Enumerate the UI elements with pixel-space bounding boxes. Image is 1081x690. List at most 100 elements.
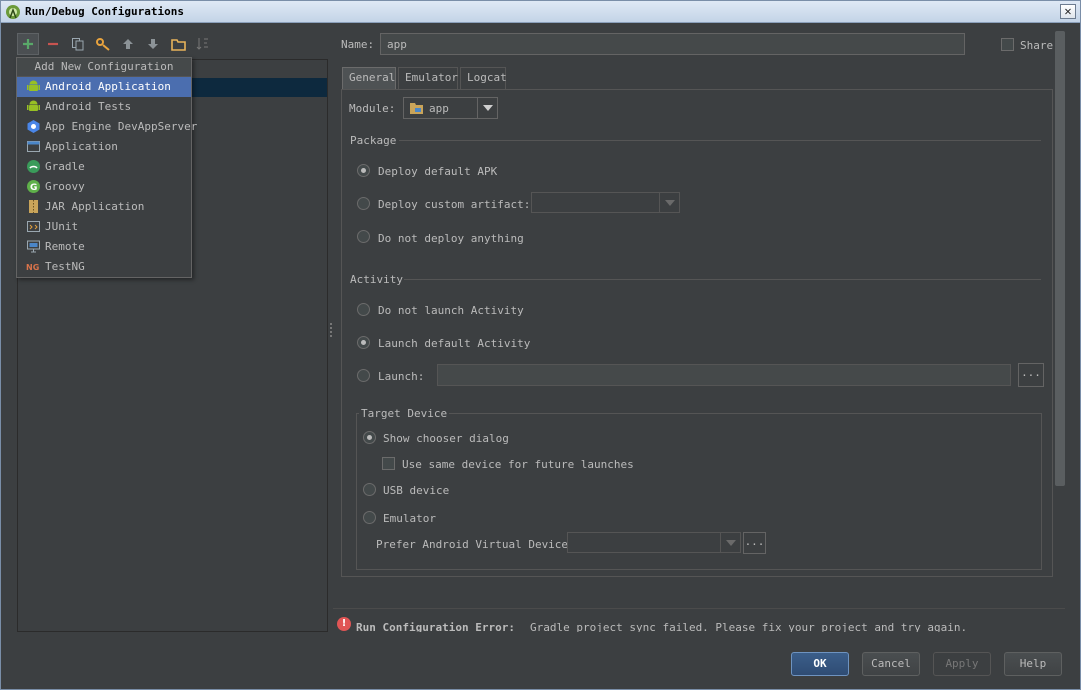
launch-default-activity-radio[interactable] bbox=[357, 336, 370, 349]
android-studio-icon bbox=[6, 5, 20, 19]
same-device-checkbox[interactable] bbox=[382, 457, 395, 470]
do-not-launch-activity-label: Do not launch Activity bbox=[378, 304, 524, 317]
module-folder-icon bbox=[410, 103, 423, 114]
move-up-icon[interactable] bbox=[117, 33, 139, 55]
run-debug-dialog: Run/Debug Configurations ✕ Add New Confi… bbox=[0, 0, 1081, 690]
close-button[interactable]: ✕ bbox=[1060, 4, 1076, 19]
deploy-custom-artifact-radio[interactable] bbox=[357, 197, 370, 210]
popup-item-label: Groovy bbox=[45, 180, 85, 193]
error-message: Gradle project sync failed. Please fix y… bbox=[530, 621, 968, 632]
tab-logcat[interactable]: Logcat bbox=[460, 67, 507, 89]
activity-divider bbox=[404, 279, 1041, 280]
junit-icon bbox=[27, 221, 40, 232]
apply-button[interactable]: Apply bbox=[933, 652, 991, 676]
popup-item-label: Android Application bbox=[45, 80, 171, 93]
do-not-launch-activity-radio[interactable] bbox=[357, 303, 370, 316]
app-engine-icon bbox=[27, 120, 40, 133]
svg-text:NG: NG bbox=[26, 263, 39, 272]
launch-activity-radio[interactable] bbox=[357, 369, 370, 382]
folder-icon[interactable] bbox=[167, 33, 189, 55]
popup-item-label: Gradle bbox=[45, 160, 85, 173]
cancel-button[interactable]: Cancel bbox=[862, 652, 920, 676]
popup-item-junit[interactable]: JUnit bbox=[17, 217, 191, 237]
popup-item-android-tests[interactable]: Android Tests bbox=[17, 97, 191, 117]
error-icon: ! bbox=[337, 617, 351, 631]
popup-item-jar-application[interactable]: JAR Application bbox=[17, 197, 191, 217]
groovy-icon: G bbox=[27, 180, 40, 193]
chevron-down-icon bbox=[720, 533, 740, 552]
gradle-icon bbox=[27, 160, 40, 173]
move-down-icon[interactable] bbox=[142, 33, 164, 55]
title-bar: Run/Debug Configurations ✕ bbox=[1, 1, 1080, 23]
popup-item-label: Remote bbox=[45, 240, 85, 253]
deploy-custom-artifact-label: Deploy custom artifact: bbox=[378, 198, 531, 211]
error-title: Run Configuration Error: bbox=[356, 621, 515, 632]
panel-splitter[interactable] bbox=[330, 323, 333, 341]
show-chooser-dialog-radio[interactable] bbox=[363, 431, 376, 444]
module-label: Module: bbox=[349, 102, 396, 115]
copy-icon[interactable] bbox=[67, 33, 89, 55]
deploy-default-apk-label: Deploy default APK bbox=[378, 165, 498, 178]
show-chooser-dialog-label: Show chooser dialog bbox=[383, 432, 509, 445]
android-icon bbox=[27, 80, 40, 91]
same-device-label: Use same device for future launches bbox=[402, 458, 634, 471]
usb-device-label: USB device bbox=[383, 484, 450, 497]
popup-item-label: Application bbox=[45, 140, 118, 153]
popup-item-remote[interactable]: Remote bbox=[17, 237, 191, 257]
package-divider bbox=[399, 140, 1041, 141]
name-input[interactable] bbox=[380, 33, 965, 55]
chevron-down-icon[interactable] bbox=[477, 98, 497, 118]
sort-icon[interactable] bbox=[192, 33, 214, 55]
package-section-title: Package bbox=[350, 134, 397, 147]
launch-default-activity-label: Launch default Activity bbox=[378, 337, 531, 350]
tab-emulator[interactable]: Emulator bbox=[398, 67, 458, 89]
share-label: Share bbox=[1020, 39, 1054, 52]
jar-icon bbox=[29, 200, 38, 213]
popup-item-gradle[interactable]: Gradle bbox=[17, 157, 191, 177]
artifact-select[interactable] bbox=[531, 192, 680, 213]
chevron-down-icon bbox=[659, 193, 679, 212]
config-toolbar bbox=[17, 33, 327, 55]
prefer-avd-label: Prefer Android Virtual Device: bbox=[376, 538, 575, 551]
popup-item-testng[interactable]: NG TestNG bbox=[17, 257, 191, 277]
popup-item-label: TestNG bbox=[45, 260, 85, 273]
tab-general[interactable]: General bbox=[342, 67, 396, 89]
help-button[interactable]: Help bbox=[1004, 652, 1062, 676]
usb-device-radio[interactable] bbox=[363, 483, 376, 496]
popup-item-groovy[interactable]: G Groovy bbox=[17, 177, 191, 197]
module-select[interactable]: app bbox=[403, 97, 498, 119]
application-icon bbox=[27, 141, 40, 152]
popup-item-label: App Engine DevAppServer bbox=[45, 120, 198, 133]
emulator-radio[interactable] bbox=[363, 511, 376, 524]
launch-activity-label: Launch: bbox=[378, 370, 425, 383]
edit-defaults-icon[interactable] bbox=[92, 33, 114, 55]
avd-browse-button[interactable]: ... bbox=[743, 532, 766, 554]
remove-icon[interactable] bbox=[42, 33, 64, 55]
vertical-scrollbar[interactable] bbox=[1055, 31, 1065, 486]
deploy-default-apk-radio[interactable] bbox=[357, 164, 370, 177]
avd-select[interactable] bbox=[567, 532, 741, 553]
popup-item-app-engine[interactable]: App Engine DevAppServer bbox=[17, 117, 197, 137]
do-not-deploy-radio[interactable] bbox=[357, 230, 370, 243]
launch-activity-input[interactable] bbox=[437, 364, 1011, 386]
error-message-area: ! Run Configuration Error: Gradle projec… bbox=[333, 608, 1065, 632]
popup-item-application[interactable]: Application bbox=[17, 137, 191, 157]
share-checkbox[interactable] bbox=[1001, 38, 1014, 51]
name-label: Name: bbox=[341, 38, 375, 51]
browse-activity-button[interactable]: ... bbox=[1018, 363, 1044, 387]
add-config-popup: Add New Configuration Android Applicatio… bbox=[16, 57, 197, 278]
module-value: app bbox=[429, 102, 449, 115]
ok-button[interactable]: OK bbox=[791, 652, 849, 676]
add-icon[interactable] bbox=[17, 33, 39, 55]
remote-icon bbox=[27, 240, 40, 253]
activity-section-title: Activity bbox=[350, 273, 403, 286]
popup-item-label: JUnit bbox=[45, 220, 79, 233]
popup-item-android-application[interactable]: Android Application bbox=[17, 77, 191, 97]
target-device-title: Target Device bbox=[359, 407, 450, 420]
svg-text:G: G bbox=[30, 183, 37, 193]
do-not-deploy-label: Do not deploy anything bbox=[378, 232, 524, 245]
emulator-label: Emulator bbox=[383, 512, 436, 525]
popup-item-label: Android Tests bbox=[45, 100, 132, 113]
popup-item-label: JAR Application bbox=[45, 200, 145, 213]
popup-header: Add New Configuration bbox=[17, 58, 191, 77]
